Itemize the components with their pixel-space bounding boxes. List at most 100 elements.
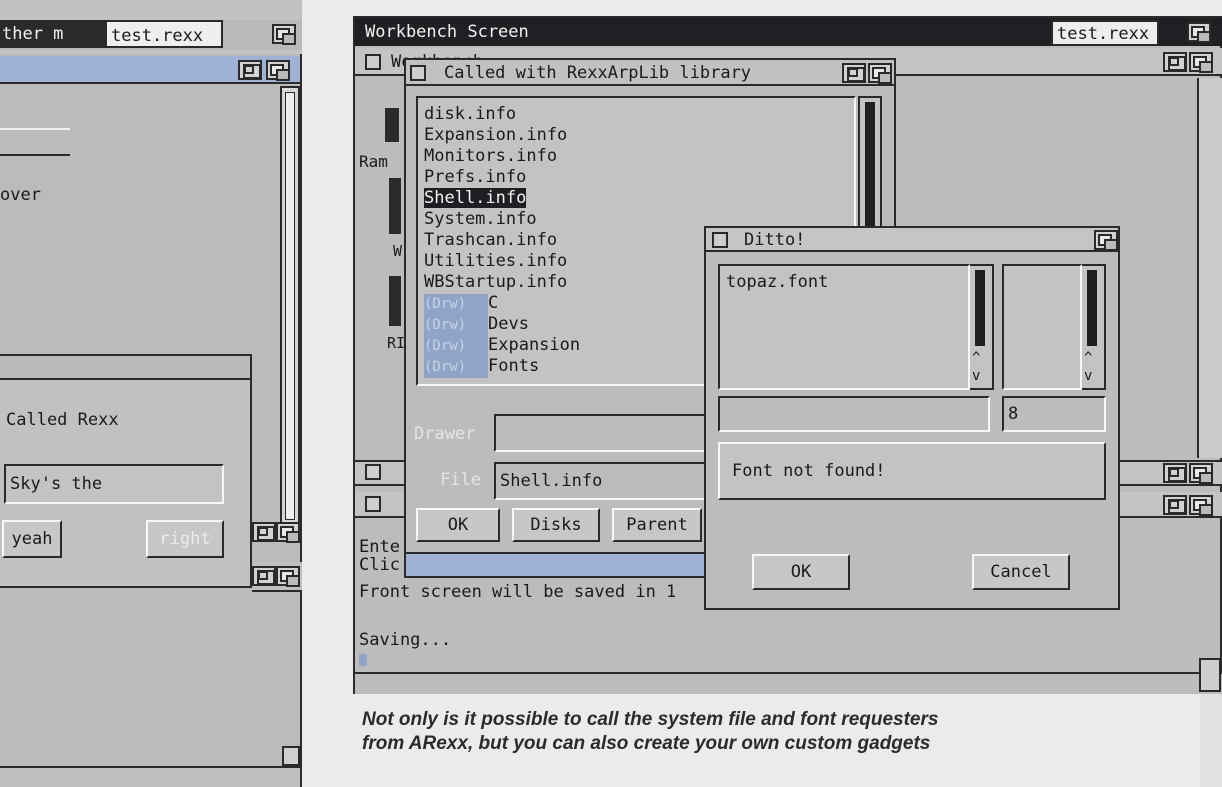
workbench-screen-depth-icon[interactable] [1187,22,1211,43]
file-name: Shell.info [424,188,527,208]
shell-sizing-icon[interactable] [1199,658,1221,692]
shell-a-depth-icon[interactable] [1189,463,1213,484]
left-window2-depth-icon[interactable] [276,522,300,543]
left-window-sizing-icon[interactable] [282,746,300,766]
size-list-scrollbar[interactable]: ^ v [1082,264,1106,390]
file-name: Trashcan.info [424,230,558,250]
file-list-item[interactable]: WBStartup.info [424,272,580,293]
shell-b-zoom-icon[interactable] [1163,495,1187,515]
left-window-zoom-icon[interactable] [238,60,262,80]
workbench-window-close-icon[interactable] [365,54,381,70]
left-window3-zoom-icon[interactable] [252,566,276,586]
file-name: System.info [424,209,537,229]
file-ok-button[interactable]: OK [416,508,500,542]
file-name: Expansion [488,335,581,355]
drawer-tag: (Drw) [424,315,488,336]
custom-requester: Called Rexx Sky's the yeah right [0,354,252,588]
file-list-item[interactable]: (Drw) Devs [424,314,580,336]
caption-line-2: from ARexx, but you can also create your… [362,733,931,754]
font-requester-close-icon[interactable] [712,232,728,248]
shell-b-close-icon[interactable] [365,496,381,512]
font-list-item[interactable]: topaz.font [726,272,828,292]
drawer-tag: (Drw) [424,357,488,378]
left-screen-tab-label: test.rexx [111,26,204,46]
drawer-tag: (Drw) [424,294,488,315]
font-list-scroll-knob[interactable] [975,270,985,346]
file-name: C [488,293,499,313]
shell-cursor [359,654,367,666]
left-window-bottom-bar [0,766,300,787]
left-screen: ther m test.rexx over Called Rexx Sky's … [0,0,302,787]
file-list-item[interactable]: Expansion.info [424,125,580,146]
file-requester-depth-icon[interactable] [868,63,892,84]
w-drawer-icon[interactable] [389,178,401,234]
file-list-items: disk.info Expansion.info Monitors.info Pref… [424,104,581,378]
drawer-label: Drawer [414,424,476,444]
parent-button[interactable]: Parent [612,508,702,542]
left-screen-tab[interactable]: test.rexx [105,20,223,48]
workbench-window-depth-icon[interactable] [1189,52,1213,73]
file-requester-close-icon[interactable] [410,65,426,81]
string-field-value: Sky's the [10,474,103,494]
workbench-window-zoom-icon[interactable] [1163,52,1187,72]
left-window-depth-icon[interactable] [266,60,290,81]
ri-drawer-icon[interactable] [389,276,401,326]
shell-b-depth-icon[interactable] [1189,495,1213,516]
shell-a-zoom-icon[interactable] [1163,463,1187,483]
file-list-item[interactable]: Monitors.info [424,146,580,167]
font-ok-button[interactable]: OK [752,554,850,590]
font-requester-depth-icon[interactable] [1094,230,1118,251]
font-list[interactable]: topaz.font [718,264,970,390]
file-list-item[interactable]: (Drw) Fonts [424,356,580,378]
file-list-item[interactable]: System.info [424,209,580,230]
workbench-tab[interactable]: test.rexx [1051,20,1159,46]
workbench-window-scrollbar[interactable] [1197,78,1222,458]
custom-requester-string-field[interactable]: Sky's the [4,464,224,504]
caption: Not only is it possible to call the syst… [362,708,1182,756]
file-list-item[interactable]: Shell.info [424,188,580,209]
file-name: WBStartup.info [424,272,568,292]
font-cancel-button-label: Cancel [990,562,1052,582]
left-window2-zoom-icon[interactable] [252,522,276,542]
workbench-screen-title: Workbench Screen [365,22,529,42]
shell-bottom-bar [355,672,1222,694]
file-requester-zoom-icon[interactable] [842,63,866,83]
file-list-item[interactable]: Prefs.info [424,167,580,188]
left-screen-depth-icon[interactable] [272,24,296,45]
shell-line-2: Clic [359,555,400,575]
disks-button-label: Disks [530,515,582,535]
right-button[interactable]: right [146,520,224,558]
file-list-item[interactable]: Utilities.info [424,251,580,272]
size-list[interactable] [1002,264,1082,390]
file-list-item[interactable]: (Drw) Expansion [424,335,581,357]
file-name: Utilities.info [424,251,568,271]
file-requester-title: Called with RexxArpLib library [444,63,752,83]
size-list-scroll-knob[interactable] [1087,270,1097,346]
size-list-down-arrow[interactable]: v [1084,368,1092,384]
font-size-field[interactable]: 8 [1002,396,1106,432]
font-list-scrollbar[interactable]: ^ v [970,264,994,390]
font-list-down-arrow[interactable]: v [972,368,980,384]
font-message-box: Font not found! [718,442,1106,500]
font-cancel-button[interactable]: Cancel [972,554,1070,590]
drawer-tag: (Drw) [424,336,488,357]
size-list-up-arrow[interactable]: ^ [1084,350,1092,366]
file-list-item[interactable]: Trashcan.info [424,230,580,251]
file-list-item[interactable]: (Drw) C [424,293,580,315]
disks-button[interactable]: Disks [512,508,600,542]
right-button-label: right [159,529,211,549]
file-ok-button-label: OK [447,515,469,535]
shell-a-close-icon[interactable] [365,464,381,480]
custom-requester-titlebar [0,356,250,380]
font-requester: Ditto! topaz.font ^ v ^ v 8 Font not fou… [704,226,1120,610]
ram-disk-icon[interactable] [385,108,399,142]
font-list-up-arrow[interactable]: ^ [972,350,980,366]
left-screen-title: ther m [0,20,105,48]
left-window-scrollbar[interactable] [280,86,300,526]
right-page-strip [1200,694,1222,787]
left-window3-depth-icon[interactable] [276,566,300,587]
yeah-button[interactable]: yeah [2,520,62,558]
left-window-scroll-knob[interactable] [285,92,295,520]
file-list-item[interactable]: disk.info [424,104,580,125]
font-name-field[interactable] [718,396,990,432]
